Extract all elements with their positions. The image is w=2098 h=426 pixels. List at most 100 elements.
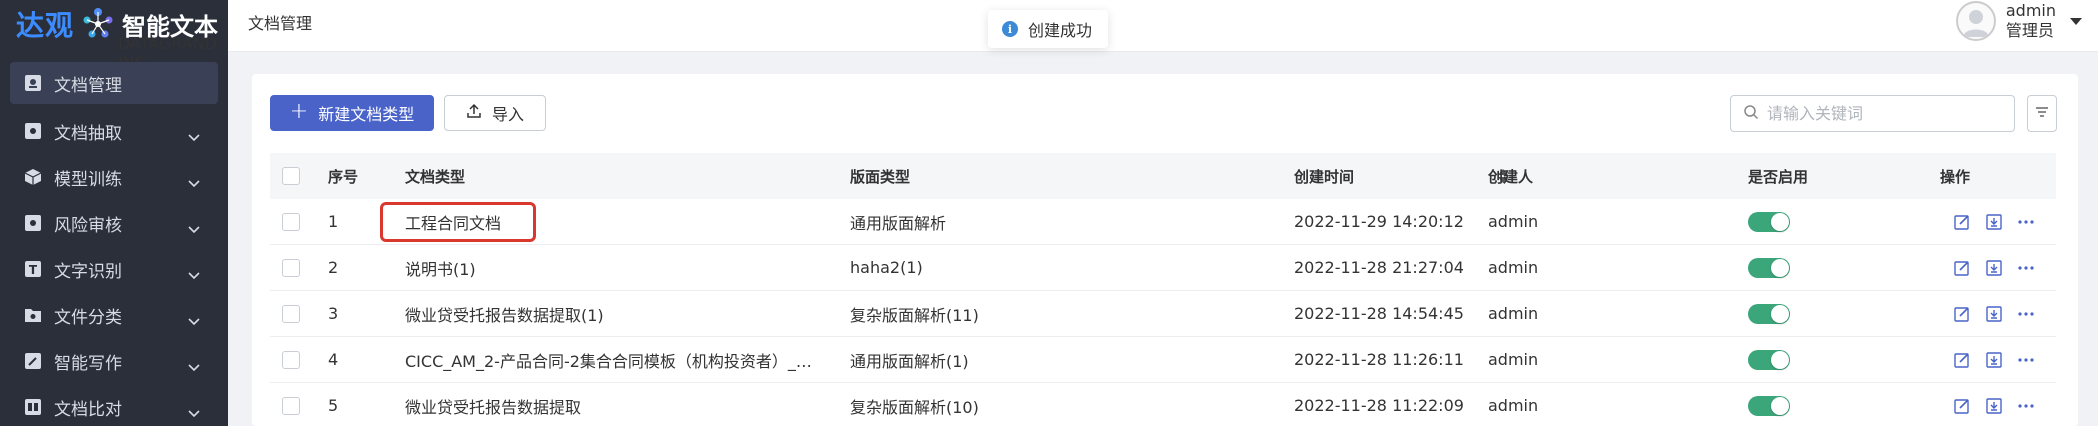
new-document-type-label: 新建文档类型 — [318, 105, 415, 124]
download-icon[interactable] — [1984, 304, 2004, 324]
more-icon[interactable] — [2016, 396, 2036, 416]
row-checkbox[interactable] — [282, 304, 300, 323]
table-row[interactable]: 1 工程合同文档 通用版面解析 2022-11-29 14:20:12 admin — [270, 199, 2056, 245]
chevron-down-icon — [188, 265, 200, 285]
svg-text:T: T — [29, 263, 38, 277]
row-checkbox[interactable] — [282, 350, 300, 369]
download-icon[interactable] — [1984, 350, 2004, 370]
more-icon[interactable] — [2016, 304, 2036, 324]
filter-button[interactable] — [2027, 95, 2057, 132]
row-time: 2022-11-28 11:26:11 — [1294, 350, 1464, 369]
chevron-down-icon — [188, 127, 200, 147]
edit-icon[interactable] — [1952, 212, 1972, 232]
search-box[interactable] — [1730, 95, 2015, 132]
enable-toggle[interactable] — [1748, 349, 1790, 370]
sidebar-item-document-compare[interactable]: 文档比对 — [0, 384, 228, 426]
new-document-type-button[interactable]: + 新建文档类型 — [270, 95, 434, 131]
edit-icon[interactable] — [1952, 396, 1972, 416]
row-ops — [1952, 245, 2036, 290]
success-toast: i 创建成功 — [988, 10, 1109, 48]
import-button[interactable]: 导入 — [444, 95, 546, 131]
download-icon[interactable] — [1984, 212, 2004, 232]
row-type: 说明书(1) — [405, 259, 476, 279]
search-input[interactable] — [1767, 104, 1997, 123]
chevron-down-icon — [188, 173, 200, 193]
row-creator: admin — [1488, 350, 1539, 369]
row-checkbox-cell — [282, 383, 300, 426]
row-ops — [1952, 291, 2036, 336]
sidebar-item-document-extraction[interactable]: 文档抽取 — [0, 108, 228, 154]
row-layout: 复杂版面解析(10) — [850, 397, 979, 417]
sidebar-item-label: 文件分类 — [54, 307, 122, 328]
sidebar-item-smart-writing[interactable]: 智能写作 — [0, 338, 228, 384]
document-icon — [24, 74, 42, 92]
document-type-table: 序号 文档类型 版面类型 创建时间 创建人 是否启用 操作 1 工程合同文档 通用版… — [270, 153, 2056, 426]
sidebar-item-label: 文档比对 — [54, 399, 122, 420]
user-name: admin — [2005, 1, 2056, 20]
caret-down-icon[interactable] — [2070, 17, 2082, 25]
row-enabled-cell — [1748, 383, 1790, 426]
column-header-time[interactable]: 创建时间 — [1294, 153, 1509, 199]
user-menu[interactable]: admin 管理员 — [1955, 0, 2082, 42]
enable-toggle[interactable] — [1748, 257, 1790, 278]
user-role: 管理员 — [2005, 21, 2054, 40]
sidebar: 达观 智能文本 DATAGRAND INC 文档管理 — [0, 0, 228, 426]
upload-icon — [466, 103, 482, 123]
row-checkbox-cell — [282, 291, 300, 336]
edit-icon[interactable] — [1952, 350, 1972, 370]
user-info[interactable]: admin 管理员 — [2006, 1, 2056, 41]
enable-toggle[interactable] — [1748, 303, 1790, 324]
sidebar-item-label: 文字识别 — [54, 261, 122, 282]
more-icon[interactable] — [2016, 212, 2036, 232]
row-type-cell: 微业贷受托报告数据提取 — [405, 383, 815, 426]
edit-icon[interactable] — [1952, 304, 1972, 324]
sidebar-item-document-management[interactable]: 文档管理 — [10, 62, 218, 104]
avatar[interactable] — [1955, 1, 1996, 41]
row-checkbox-cell — [282, 199, 300, 244]
download-icon[interactable] — [1984, 396, 2004, 416]
more-icon[interactable] — [2016, 258, 2036, 278]
more-icon[interactable] — [2016, 350, 2036, 370]
sidebar-item-model-training[interactable]: 模型训练 — [0, 154, 228, 200]
row-type-cell: 微业贷受托报告数据提取(1) — [405, 291, 815, 336]
select-all-checkbox[interactable] — [282, 167, 300, 185]
row-checkbox[interactable] — [282, 212, 300, 231]
chevron-down-icon — [188, 311, 200, 331]
page-title: 文档管理 — [248, 14, 313, 33]
row-enabled-cell — [1748, 337, 1790, 382]
enable-toggle[interactable] — [1748, 211, 1790, 232]
column-header-type: 文档类型 — [405, 167, 466, 186]
row-checkbox[interactable] — [282, 396, 300, 415]
column-header-no: 序号 — [328, 167, 359, 186]
row-layout: 通用版面解析 — [850, 213, 947, 233]
row-time: 2022-11-29 14:20:12 — [1294, 212, 1464, 231]
info-icon: i — [1002, 21, 1018, 37]
edit-icon — [24, 352, 42, 370]
table-row[interactable]: 2 说明书(1) haha2(1) 2022-11-28 21:27:04 admin — [270, 245, 2056, 291]
edit-icon[interactable] — [1952, 258, 1972, 278]
chevron-down-icon — [188, 357, 200, 377]
table-row[interactable]: 5 微业贷受托报告数据提取 复杂版面解析(10) 2022-11-28 11:22:0… — [270, 383, 2056, 426]
row-creator: admin — [1488, 212, 1539, 231]
row-ops — [1952, 337, 2036, 382]
column-header-time-label: 创建时间 — [1294, 167, 1355, 186]
row-time: 2022-11-28 11:22:09 — [1294, 396, 1464, 415]
row-no: 5 — [328, 396, 339, 415]
table-row[interactable]: 3 微业贷受托报告数据提取(1) 复杂版面解析(11) 2022-11-28 14:5… — [270, 291, 2056, 337]
model-icon — [24, 168, 42, 186]
sidebar-item-risk-review[interactable]: 风险审核 — [0, 200, 228, 246]
import-label: 导入 — [491, 105, 524, 124]
row-checkbox[interactable] — [282, 258, 300, 277]
sidebar-item-file-classification[interactable]: 文件分类 — [0, 292, 228, 338]
sidebar-item-label: 模型训练 — [54, 169, 122, 190]
top-header: 文档管理 admin 管理员 — [228, 0, 2098, 52]
sidebar-item-text-recognition[interactable]: T 文字识别 — [0, 246, 228, 292]
row-checkbox-cell — [282, 337, 300, 382]
download-icon[interactable] — [1984, 258, 2004, 278]
row-ops — [1952, 199, 2036, 244]
select-all-cell — [282, 153, 300, 199]
table-row[interactable]: 4 CICC_AM_2-产品合同-2集合合同模板（机构投资者）_2... 通用版面解… — [270, 337, 2056, 383]
extract-icon — [24, 122, 42, 140]
row-ops — [1952, 383, 2036, 426]
enable-toggle[interactable] — [1748, 395, 1790, 416]
